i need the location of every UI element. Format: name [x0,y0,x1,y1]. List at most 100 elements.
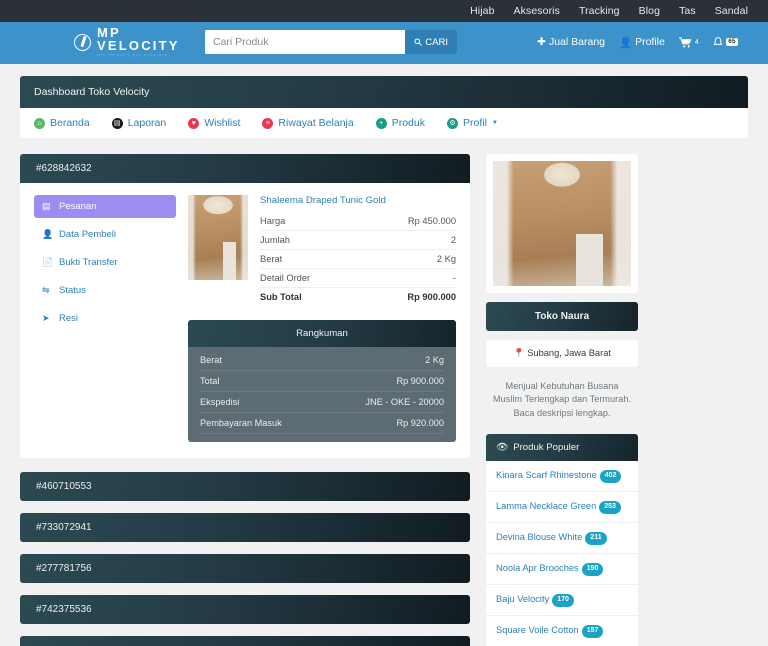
store-name[interactable]: Toko Naura [486,302,638,331]
nav-item-produk[interactable]: + Produk [375,117,425,129]
search-input[interactable] [205,30,406,54]
topbar-link-blog[interactable]: Blog [639,5,660,17]
nav-item-laporan[interactable]: ▤ Laporan [111,117,166,129]
order-strip-733072941[interactable]: #733072941 [20,513,470,542]
nav-item-wishlist[interactable]: ♥ Wishlist [188,117,240,129]
report-icon: ▤ [111,117,123,129]
product-title-link[interactable]: Shaleema Draped Tunic Gold [260,195,456,206]
popular-item-count-4: 170 [552,593,574,608]
profile-label: Profile [635,36,665,48]
content-columns: #628842632 ▤ Pesanan 👤 Data Pembeli 📄 Bu… [20,154,748,646]
table-row: Sub Total Rp 900.000 [260,288,456,307]
paper-plane-icon: ➤ [42,313,50,323]
plus-icon: ✚ [537,36,546,48]
order-strip-742375536[interactable]: #742375536 [20,595,470,624]
brand-logo[interactable]: MP VELOCITY the velocity gio template [20,26,205,58]
sliders-icon: ⇋ [42,285,50,295]
page-content: Dashboard Toko Velocity ⌂ Beranda ▤ Lapo… [0,64,768,646]
search-button-label: CARI [425,36,448,48]
topbar-link-aksesoris[interactable]: Aksesoris [514,5,560,17]
order-tab-bukti-transfer[interactable]: 📄 Bukti Transfer [34,251,176,274]
history-icon: ≡ [262,117,274,129]
summary-key-berat: Berat [200,350,325,371]
nav-item-beranda[interactable]: ⌂ Beranda [34,117,90,129]
list-item[interactable]: Kinara Scarf Rhinestone 402 [486,461,638,493]
summary-key-pembayaran-masuk: Pembayaran Masuk [200,412,325,434]
eye-icon: 👁 [496,442,509,454]
list-item[interactable]: Lamma Necklace Green 253 [486,492,638,524]
list-item[interactable]: Baju Velocity 170 [486,585,638,617]
topbar-link-tracking[interactable]: Tracking [579,5,620,17]
search-icon [414,38,423,46]
list-item[interactable]: Noola Apr Brooches 190 [486,554,638,586]
list-item[interactable]: Square Voile Cotton 157 [486,616,638,646]
gear-icon: ⚙ [447,117,458,129]
store-product-image [493,161,631,286]
nav-label-riwayat: Riwayat Belanja [278,117,354,129]
order-id-header[interactable]: #628842632 [20,154,470,183]
sidebar-column: Toko Naura 📍 Subang, Jawa Barat Menjual … [486,154,638,646]
order-strip-460710553[interactable]: #460710553 [20,472,470,501]
table-row: Berat 2 Kg [260,249,456,269]
topbar-link-tas[interactable]: Tas [679,5,696,17]
product-detail-table: Harga Rp 450.000 Jumlah 2 Berat 2 Kg Det… [260,212,456,306]
sell-item-label: Jual Barang [548,36,606,48]
detail-value-berat: 2 Kg [359,249,456,269]
nav-label-profil: Profil [463,117,487,129]
profile-link[interactable]: 👤 Profile [619,36,665,49]
notifications-link[interactable]: 65 [713,36,738,48]
detail-value-subtotal: Rp 900.000 [407,292,456,302]
table-row: Total Rp 900.000 [200,370,444,392]
order-detail: Shaleema Draped Tunic Gold Harga Rp 450.… [188,195,456,442]
popular-item-count-0: 402 [599,469,622,484]
popular-item-label-3: Noola Apr Brooches [496,563,579,574]
nav-item-profil[interactable]: ⚙ Profil ▼ [447,117,498,129]
list-icon: ▤ [42,201,51,211]
order-tab-status[interactable]: ⇋ Status [34,279,176,302]
nav-item-riwayat-belanja[interactable]: ≡ Riwayat Belanja [262,117,354,129]
main-navbar: MP VELOCITY the velocity gio template CA… [0,22,768,64]
sell-item-link[interactable]: ✚ Jual Barang [537,36,605,48]
popular-item-label-1: Lamma Necklace Green [496,501,597,512]
summary-key-ekspedisi: Ekspedisi [200,391,325,413]
brand-tagline: the velocity gio template [97,53,169,58]
table-row: Berat 2 Kg [200,350,444,371]
order-strip-277781756[interactable]: #277781756 [20,554,470,583]
order-tab-label-status: Status [59,285,86,296]
popular-item-label-5: Square Voile Cotton [496,625,579,636]
topbar-link-hijab[interactable]: Hijab [470,5,494,17]
table-row: Harga Rp 450.000 [260,212,456,231]
store-image-card [486,154,638,293]
order-tab-label-pesanan: Pesanan [59,201,97,212]
summary-title: Rangkuman [188,320,456,347]
popular-products-title: Produk Populer [513,442,580,454]
topbar-link-sandal[interactable]: Sandal [715,5,748,17]
popular-item-label-0: Kinara Scarf Rhinestone [496,470,597,481]
dashboard-title: Dashboard Toko Velocity [20,76,748,108]
order-tab-label-bukti-transfer: Bukti Transfer [59,257,118,268]
summary-value-berat: 2 Kg [324,350,444,371]
order-tab-data-pembeli[interactable]: 👤 Data Pembeli [34,223,176,246]
order-strip-339892833[interactable]: #339892833 [20,636,470,646]
order-tab-resi[interactable]: ➤ Resi [34,307,176,330]
cart-icon [678,36,692,47]
summary-value-pembayaran-masuk: Rp 920.000 [324,412,444,434]
detail-key-berat: Berat [260,249,360,269]
summary-value-total: Rp 900.000 [324,370,444,392]
order-tab-label-data-pembeli: Data Pembeli [59,229,117,240]
detail-key-subtotal: Sub Total [260,292,302,302]
store-description: Menjual Kebutuhan Busana Muslim Terlengk… [492,381,632,418]
velocity-logo-icon [74,33,91,51]
popular-products-panel: 👁 Produk Populer Kinara Scarf Rhinestone… [486,434,638,646]
table-row: Jumlah 2 [260,230,456,250]
popular-item-label-4: Baju Velocity [496,594,550,605]
list-item[interactable]: Devina Blouse White 211 [486,523,638,555]
search-button[interactable]: CARI [405,30,457,54]
expanded-order-card: #628842632 ▤ Pesanan 👤 Data Pembeli 📄 Bu… [20,154,470,458]
cart-link[interactable]: 4 [678,36,699,48]
notification-count: 65 [725,37,738,47]
map-pin-icon: 📍 [513,348,525,358]
popular-item-count-3: 190 [581,562,604,577]
store-location: 📍 Subang, Jawa Barat [486,340,638,367]
order-tab-pesanan[interactable]: ▤ Pesanan [34,195,176,218]
